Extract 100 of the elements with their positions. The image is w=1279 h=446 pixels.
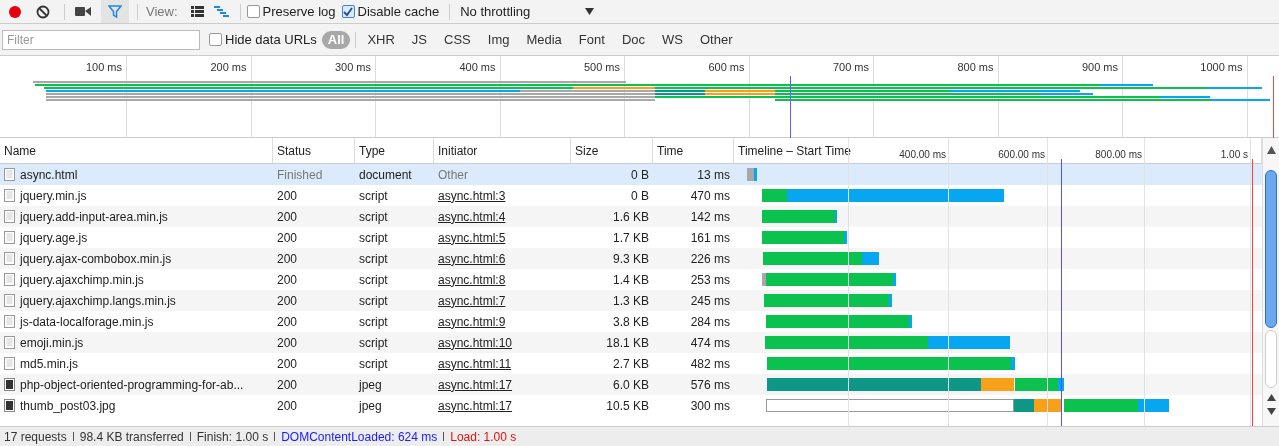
type-cell-text: script	[358, 208, 389, 226]
checkbox[interactable]	[341, 5, 355, 18]
time-tick: 900 ms	[1081, 60, 1118, 75]
type-filter[interactable]: XHR	[361, 30, 401, 49]
scroll-down-icon[interactable]	[1266, 408, 1276, 415]
time-cell-text: 13 ms	[696, 166, 731, 184]
time-tick: 100 ms	[85, 60, 122, 75]
request-row[interactable]: jquery.ajax-combobox.min.js 200 script async.html:6 9.3 KB 226 ms	[0, 248, 1262, 269]
sort-ascending-icon[interactable]	[1266, 146, 1276, 154]
initiator-link[interactable]: async.html:17	[438, 398, 513, 413]
time-cell-text: 482 ms	[689, 355, 731, 373]
size-cell-text: 1.6 KB	[611, 208, 650, 226]
column-header[interactable]: Size	[571, 138, 653, 163]
checkmark-icon	[343, 6, 354, 17]
image-file-icon	[4, 378, 15, 391]
initiator-link[interactable]: async.html:3	[438, 188, 506, 203]
time-cell-text: 300 ms	[689, 397, 731, 415]
size-cell-text: 1.7 KB	[611, 229, 650, 247]
column-header[interactable]: Name	[0, 138, 273, 163]
time-cell-text: 142 ms	[689, 208, 731, 226]
type-filter[interactable]: Doc	[615, 30, 651, 49]
waterfall-icon	[214, 6, 230, 17]
column-header[interactable]: Type	[355, 138, 434, 163]
initiator-link[interactable]: async.html:6	[438, 251, 506, 266]
video-camera-icon[interactable]	[75, 6, 91, 17]
file-icon	[4, 189, 15, 202]
type-cell-text: document	[358, 166, 413, 184]
throttling-select[interactable]: No throttling	[454, 1, 595, 22]
column-header[interactable]: Initiator	[434, 138, 571, 163]
file-icon	[4, 357, 15, 370]
column-header[interactable]: Status	[273, 138, 355, 163]
request-row[interactable]: jquery.ajaxchimp.langs.min.js 200 script async.html:7 1.3 KB 245 ms	[0, 290, 1262, 311]
file-name: jquery.age.js	[20, 229, 88, 247]
time-cell-text: 474 ms	[689, 334, 731, 352]
scroll-up-icon[interactable]	[1266, 394, 1276, 401]
initiator-cell: Other	[438, 167, 468, 182]
type-cell-text: script	[358, 250, 389, 268]
time-cell-text: 576 ms	[689, 376, 731, 394]
time-tick: 800.00 ms	[1095, 148, 1142, 162]
type-cell-text: script	[358, 334, 389, 352]
file-name: md5.min.js	[20, 355, 78, 373]
checkbox-label: Disable cache	[357, 2, 440, 21]
initiator-link[interactable]: async.html:8	[438, 272, 506, 287]
clear-icon[interactable]	[36, 4, 50, 19]
initiator-link[interactable]: async.html:17	[438, 377, 513, 392]
initiator-link[interactable]: async.html:10	[438, 335, 513, 350]
type-cell-text: script	[358, 313, 389, 331]
size-cell-text: 0 B	[630, 166, 650, 184]
type-cell-text: script	[358, 355, 389, 373]
type-filter[interactable]: Font	[572, 30, 611, 49]
checkbox[interactable]	[246, 5, 260, 18]
type-filter[interactable]: Img	[481, 30, 516, 49]
time-cell-text: 245 ms	[689, 292, 731, 310]
size-cell-text: 3.8 KB	[611, 313, 650, 331]
file-name: thumb_post03.jpg	[20, 397, 116, 415]
file-name: jquery.min.js	[20, 187, 87, 205]
time-tick: 600 ms	[708, 60, 745, 75]
type-filter[interactable]: CSS	[438, 30, 477, 49]
size-cell-text: 18.1 KB	[605, 334, 650, 352]
caret-icon	[585, 8, 595, 15]
size-cell-text: 6.0 KB	[611, 376, 650, 394]
time-tick: 500 ms	[583, 60, 620, 75]
request-row[interactable]: emoji.min.js 200 script async.html:10 18.1 KB 474 ms	[0, 332, 1262, 353]
file-icon	[4, 168, 15, 181]
initiator-link[interactable]: async.html:5	[438, 230, 506, 245]
file-icon	[4, 252, 15, 265]
column-header[interactable]: Time	[653, 138, 734, 163]
status-text: Load: 1.00 s	[450, 428, 517, 446]
initiator-link[interactable]: async.html:9	[438, 314, 506, 329]
status-cell-text: 200	[276, 208, 299, 226]
type-filter[interactable]: WS	[656, 30, 689, 49]
request-row[interactable]: php-object-oriented-programming-for-ab... 200 jpeg async.html:17 6.0 KB 576 ms	[0, 374, 1262, 395]
status-cell-text: 200	[276, 313, 299, 331]
filter-field[interactable]: Filter	[2, 29, 200, 50]
view-label: View:	[146, 2, 178, 21]
type-cell-text: jpeg	[357, 376, 383, 394]
checkbox[interactable]	[209, 33, 222, 46]
type-filter[interactable]: JS	[405, 30, 434, 49]
scrollbar-thumb[interactable]	[1265, 170, 1277, 328]
size-cell-text: 0 B	[630, 187, 650, 205]
initiator-link[interactable]: async.html:4	[438, 209, 506, 224]
time-cell-text: 470 ms	[689, 187, 731, 205]
initiator-link[interactable]: async.html:7	[438, 293, 506, 308]
file-icon	[4, 273, 15, 286]
time-tick: 800 ms	[957, 60, 994, 75]
list-icon	[191, 6, 205, 17]
request-row[interactable]: async.html Finished document Other 0 B 13 ms	[0, 164, 1262, 185]
initiator-link[interactable]: async.html:11	[438, 356, 512, 371]
time-tick: 400 ms	[459, 60, 496, 75]
request-row[interactable]: jquery.add-input-area.min.js 200 script async.html:4 1.6 KB 142 ms	[0, 206, 1262, 227]
status-cell-text: 200	[276, 187, 299, 205]
file-name: jquery.ajax-combobox.min.js	[20, 250, 172, 268]
type-filter[interactable]: Other	[693, 30, 739, 49]
time-tick: 600.00 ms	[998, 148, 1045, 162]
time-cell-text: 226 ms	[689, 250, 731, 268]
filter-button[interactable]	[101, 0, 129, 23]
status-cell-text: 200	[276, 229, 299, 247]
type-filter[interactable]: Media	[520, 30, 568, 49]
checkbox-label: Preserve log	[262, 2, 336, 21]
status-cell-text: 200	[276, 355, 299, 373]
